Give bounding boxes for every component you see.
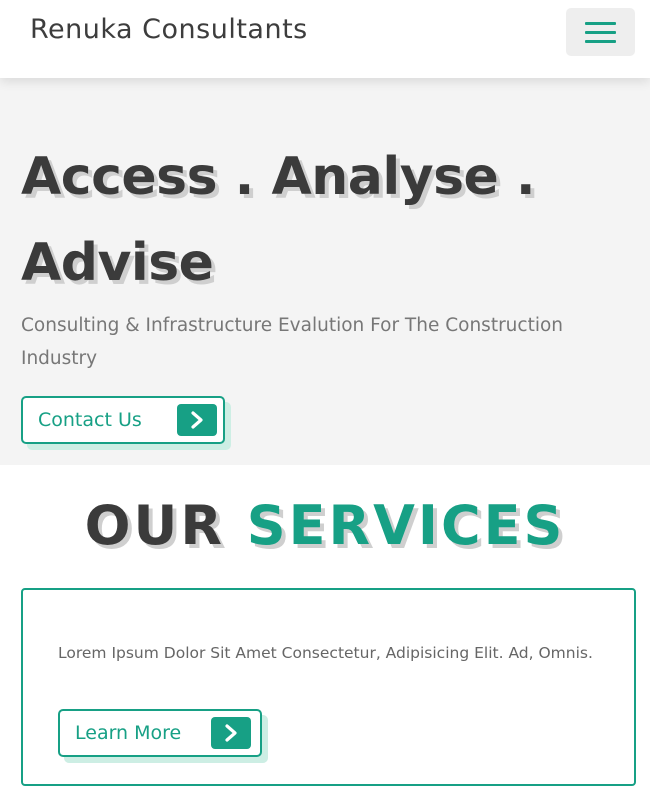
hamburger-menu-icon xyxy=(585,21,616,25)
learn-more-label: Learn More xyxy=(75,722,182,744)
hamburger-menu-icon-bar xyxy=(585,30,616,34)
chevron-right-icon xyxy=(177,404,217,436)
site-header: Renuka Consultants xyxy=(0,0,650,78)
contact-us-button[interactable]: Contact Us xyxy=(21,396,225,444)
hamburger-menu-icon-bar xyxy=(585,39,616,43)
hero-subtitle: Consulting & Infrastructure Evalution Fo… xyxy=(21,315,564,369)
learn-more-button[interactable]: Learn More xyxy=(58,709,262,757)
chevron-right-icon xyxy=(211,717,251,749)
service-card: Lorem Ipsum Dolor Sit Amet Consectetur, … xyxy=(21,588,636,786)
services-heading: OUR SERVICES xyxy=(0,494,650,558)
services-heading-part2: SERVICES xyxy=(246,494,566,557)
hero-title: Access . Analyse . Advise xyxy=(21,147,536,293)
service-card-text: Lorem Ipsum Dolor Sit Amet Consectetur, … xyxy=(58,644,593,662)
services-heading-part1: OUR xyxy=(84,494,225,557)
brand-logo-text[interactable]: Renuka Consultants xyxy=(30,14,308,45)
hero-section: Access . Analyse . Advise Consulting & I… xyxy=(0,78,650,465)
contact-us-label: Contact Us xyxy=(38,409,142,431)
menu-toggle-button[interactable] xyxy=(566,8,635,56)
